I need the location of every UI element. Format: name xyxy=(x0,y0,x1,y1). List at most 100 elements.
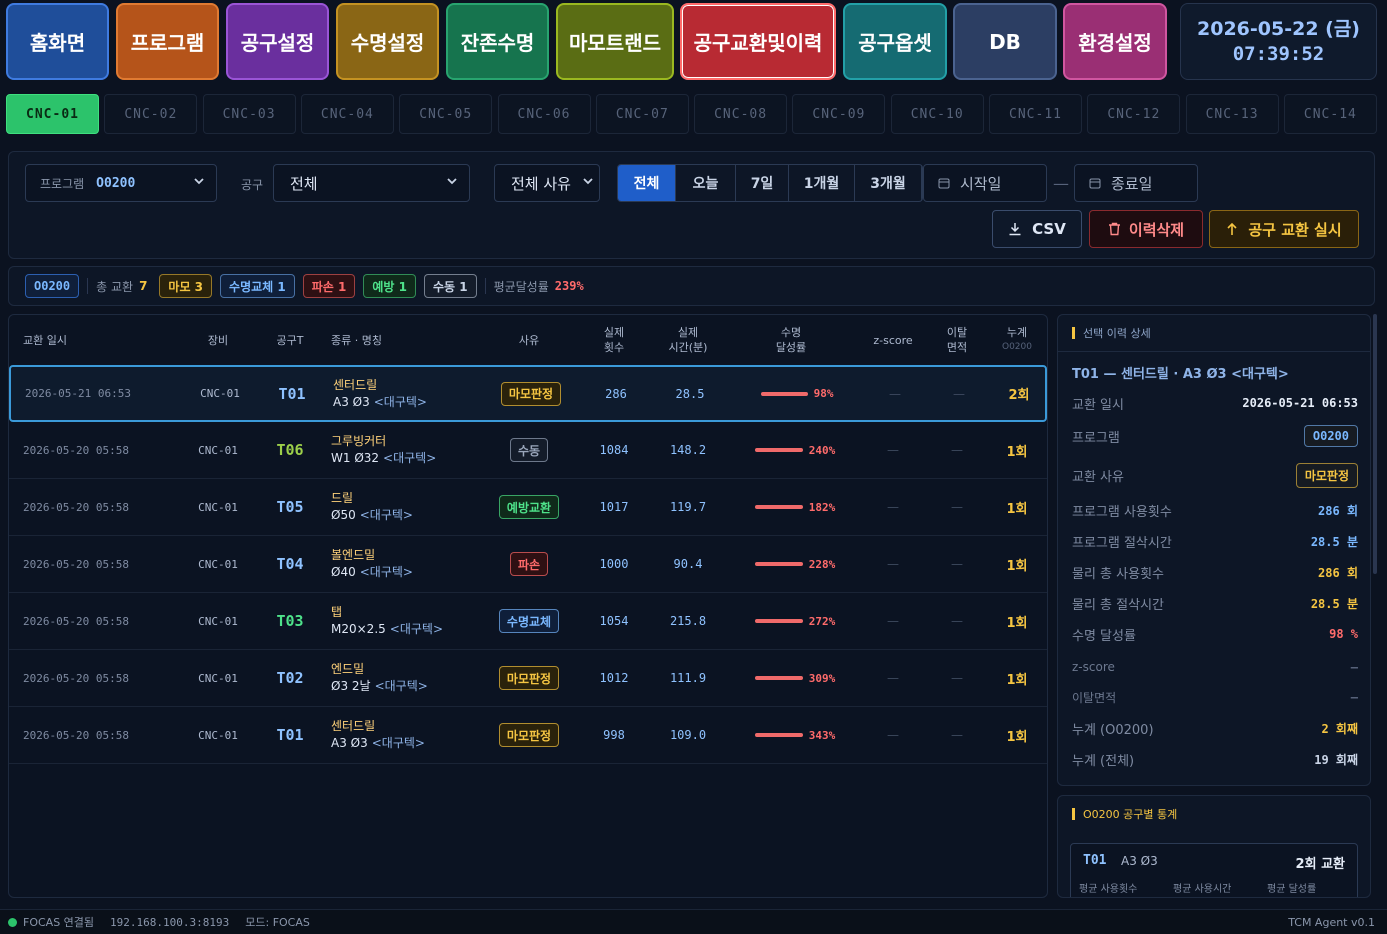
table-row[interactable]: 2026-05-20 05:58 CNC-01 T03 탭 M20×2.5 <대구텍> 수명… xyxy=(9,593,1047,650)
period-option-4[interactable]: 1개월 xyxy=(789,165,855,201)
tool-spec: A3 Ø3 xyxy=(331,736,368,750)
column-header-rate[interactable]: 수명 달성률 xyxy=(761,315,821,365)
end-date-input[interactable]: 종료일 xyxy=(1074,164,1198,202)
cnc-tab-label: CNC-04 xyxy=(320,106,374,122)
column-header-machine[interactable]: 장비 xyxy=(189,315,247,365)
cnc-tab-6[interactable]: CNC-06 xyxy=(497,94,591,134)
nav-button-8[interactable]: 공구옵셋 xyxy=(843,3,947,80)
period-option-2[interactable]: 오늘 xyxy=(676,165,736,201)
cell-count: 1084 xyxy=(599,443,629,457)
detail-value: 28.5 분 xyxy=(1310,596,1358,611)
table-row[interactable]: 2026-05-20 05:58 CNC-01 T06 그루빙커터 W1 Ø32 <대구텍… xyxy=(9,422,1047,479)
period-option-3[interactable]: 7일 xyxy=(736,165,789,201)
table-row[interactable]: 2026-05-21 06:53 CNC-01 T01 센터드릴 A3 Ø3 <대구텍> 마… xyxy=(9,365,1047,422)
start-date-input[interactable]: 시작일 xyxy=(923,164,1047,202)
detail-value: 286 회 xyxy=(1318,503,1358,518)
connection-mode: 모드: FOCAS xyxy=(245,916,310,929)
cnc-tab-2[interactable]: CNC-02 xyxy=(104,94,198,134)
date-range-dash: — xyxy=(1053,174,1069,193)
cnc-tab-3[interactable]: CNC-03 xyxy=(202,94,296,134)
period-option-1[interactable]: 전체 xyxy=(618,165,676,201)
detail-label: 물리 총 사용횟수 xyxy=(1072,566,1164,582)
table-row[interactable]: 2026-05-20 05:58 CNC-01 T01 센터드릴 A3 Ø3 <대구텍> 마… xyxy=(9,707,1047,764)
column-header-type[interactable]: 종류 · 명칭 xyxy=(331,315,382,365)
column-header-tool[interactable]: 공구T xyxy=(265,315,315,365)
cell-type: 탭 M20×2.5 <대구텍> xyxy=(331,593,443,649)
tool-stats-card[interactable]: T01 A3 Ø3 2회 교환 평균 사용횟수 평균 사용시간 평균 달성률 xyxy=(1070,843,1358,897)
delete-history-label: 이력삭제 xyxy=(1128,220,1185,239)
cnc-tab-7[interactable]: CNC-07 xyxy=(595,94,689,134)
nav-button-7[interactable]: 공구교환및이력 xyxy=(680,3,836,80)
tool-select[interactable]: 전체 xyxy=(273,164,470,202)
reason-select-value: 전체 사유 xyxy=(511,174,571,193)
reason-select[interactable]: 전체 사유 xyxy=(494,164,600,202)
cnc-tab-label: CNC-11 xyxy=(1009,106,1062,122)
cell-cumulative: 1회 xyxy=(1006,729,1028,745)
cell-tool: T05 xyxy=(276,498,304,516)
cell-count: 1000 xyxy=(599,557,629,571)
column-header-minutes[interactable]: 실제 시간(분) xyxy=(653,315,723,365)
cell-deviation: — xyxy=(951,557,963,571)
nav-button-2[interactable]: 프로그램 xyxy=(116,3,219,80)
cell-tool: T02 xyxy=(276,669,304,687)
execute-tool-change-label: 공구 교환 실시 xyxy=(1248,220,1342,239)
column-header-deviation[interactable]: 이탈 면적 xyxy=(937,315,977,365)
cell-reason: 파손 xyxy=(479,536,579,592)
summary-avg-label: 평균달성률 xyxy=(493,279,549,294)
column-header-reason[interactable]: 사유 xyxy=(499,315,559,365)
detail-row: 교환 사유 마모판정 xyxy=(1072,462,1358,488)
table-row[interactable]: 2026-05-20 05:58 CNC-01 T04 볼엔드밀 Ø40 <대구텍> 파손 1… xyxy=(9,536,1047,593)
detail-value: 마모판정 xyxy=(1295,462,1358,488)
column-header-count[interactable]: 실제 횟수 xyxy=(589,315,639,365)
nav-button-5[interactable]: 잔존수명 xyxy=(446,3,549,80)
cnc-tab-9[interactable]: CNC-09 xyxy=(792,94,886,134)
summary-reason-chip: 수명교체 1 xyxy=(220,274,295,298)
reason-badge: 수동 xyxy=(509,438,549,462)
cell-count: 1054 xyxy=(599,614,629,628)
cnc-tab-12[interactable]: CNC-12 xyxy=(1087,94,1181,134)
cnc-tab-5[interactable]: CNC-05 xyxy=(399,94,493,134)
column-header-cumulative[interactable]: 누계 O0200 xyxy=(995,315,1039,365)
cell-cumulative: 1회 xyxy=(1006,615,1028,631)
scrollbar[interactable] xyxy=(1373,314,1377,574)
column-header-zscore[interactable]: z-score xyxy=(863,315,923,365)
column-header-sublabel: O0200 xyxy=(1002,342,1032,352)
cnc-tab-10[interactable]: CNC-10 xyxy=(890,94,984,134)
column-header-label: 달성률 xyxy=(775,341,807,354)
reason-badge: 마모판정 xyxy=(498,723,560,747)
cell-deviation: — xyxy=(953,386,965,401)
nav-button-9[interactable]: DB xyxy=(953,3,1057,80)
cnc-tab-13[interactable]: CNC-13 xyxy=(1185,94,1279,134)
cell-count: 1017 xyxy=(599,500,629,514)
cnc-tab-8[interactable]: CNC-08 xyxy=(694,94,788,134)
nav-button-6[interactable]: 마모트랜드 xyxy=(556,3,674,80)
nav-button-3[interactable]: 공구설정 xyxy=(226,3,329,80)
delete-history-button[interactable]: 이력삭제 xyxy=(1089,210,1203,248)
cnc-tab-4[interactable]: CNC-04 xyxy=(300,94,394,134)
tool-type-name: 센터드릴 xyxy=(331,719,376,733)
period-option-5[interactable]: 3개월 xyxy=(855,165,922,201)
table-row[interactable]: 2026-05-20 05:58 CNC-01 T05 드릴 Ø50 <대구텍> 예방교환 1… xyxy=(9,479,1047,536)
column-header-label: 공구T xyxy=(276,333,304,347)
start-date-placeholder: 시작일 xyxy=(960,174,1002,193)
execute-tool-change-button[interactable]: 공구 교환 실시 xyxy=(1209,210,1359,248)
cnc-tab-1[interactable]: CNC-01 xyxy=(6,94,99,134)
detail-row: 누계 (전체) 19 회째 xyxy=(1072,746,1358,772)
cell-tool: T03 xyxy=(276,612,304,630)
tool-spec-line: M20×2.5 <대구텍> xyxy=(331,621,443,638)
nav-button-10[interactable]: 환경설정 xyxy=(1063,3,1167,80)
csv-button[interactable]: CSV xyxy=(992,210,1082,248)
cell-reason: 마모판정 xyxy=(481,367,581,420)
cell-rate: 309% xyxy=(747,650,843,706)
nav-button-4[interactable]: 수명설정 xyxy=(336,3,439,80)
column-header-time[interactable]: 교환 일시 xyxy=(23,315,67,365)
detail-value: 286 회 xyxy=(1318,565,1358,580)
cell-cumulative: 1회 xyxy=(1006,501,1028,517)
cnc-tab-14[interactable]: CNC-14 xyxy=(1283,94,1377,134)
tool-spec-line: Ø40 <대구텍> xyxy=(331,564,413,581)
cell-type: 엔드밀 Ø3 2날 <대구텍> xyxy=(331,650,428,706)
cnc-tab-11[interactable]: CNC-11 xyxy=(989,94,1082,134)
table-row[interactable]: 2026-05-20 05:58 CNC-01 T02 엔드밀 Ø3 2날 <대구텍> 마모… xyxy=(9,650,1047,707)
program-select[interactable]: 프로그램 O0200 xyxy=(25,164,217,202)
nav-button-1[interactable]: 홈화면 xyxy=(6,3,109,80)
